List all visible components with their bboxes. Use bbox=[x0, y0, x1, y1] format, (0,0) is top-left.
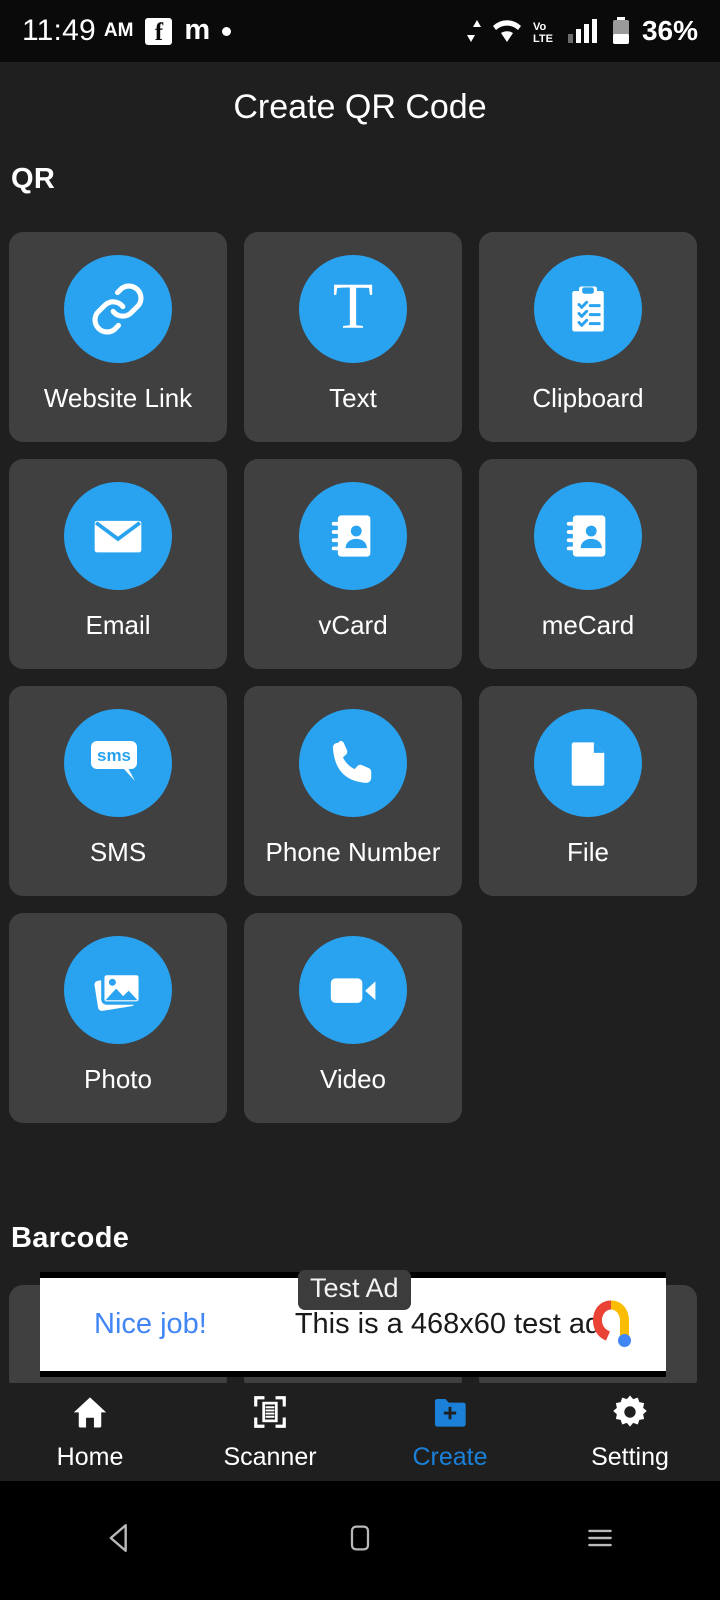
qr-card-label: meCard bbox=[541, 610, 635, 640]
qr-card-photo[interactable]: Photo bbox=[9, 913, 227, 1123]
nav-item-label: Create bbox=[412, 1442, 488, 1471]
qr-card-text[interactable]: T Text bbox=[244, 232, 462, 442]
nav-item-label: Scanner bbox=[223, 1442, 317, 1471]
status-bar: 11:49 AM f m Vo LTE 36% bbox=[0, 0, 720, 62]
qr-card-label: Video bbox=[319, 1064, 387, 1094]
email-icon bbox=[64, 482, 172, 590]
qr-card-mecard[interactable]: meCard bbox=[479, 459, 697, 669]
app-root: 11:49 AM f m Vo LTE 36% Create QR Code Q… bbox=[0, 0, 720, 1600]
page-title: Create QR Code bbox=[233, 88, 487, 126]
nav-item-label: Home bbox=[56, 1442, 124, 1471]
qr-card-sms[interactable]: sms SMS bbox=[9, 686, 227, 896]
qr-card-email[interactable]: Email bbox=[9, 459, 227, 669]
qr-card-label: SMS bbox=[89, 837, 147, 867]
data-transfer-icon bbox=[466, 18, 482, 44]
status-time: 11:49 bbox=[22, 14, 96, 47]
create-folder-icon bbox=[430, 1393, 470, 1436]
recents-button[interactable] bbox=[480, 1521, 720, 1560]
square-home-icon bbox=[344, 1521, 376, 1560]
nav-item-create[interactable]: Create bbox=[360, 1393, 540, 1472]
admob-logo bbox=[584, 1293, 638, 1356]
nav-item-setting[interactable]: Setting bbox=[540, 1393, 720, 1472]
section-header-barcode: Barcode bbox=[11, 1222, 130, 1254]
menu-recents-icon bbox=[583, 1521, 617, 1560]
qr-card-label: Text bbox=[329, 383, 377, 413]
photo-icon bbox=[64, 936, 172, 1044]
qr-type-grid: Website Link T Text Clipboard Email vCar… bbox=[9, 232, 705, 1123]
text-icon: T bbox=[299, 255, 407, 363]
qr-card-label: Phone Number bbox=[265, 837, 441, 867]
qr-card-label: Email bbox=[85, 610, 151, 640]
home-button[interactable] bbox=[240, 1521, 480, 1560]
status-bar-left: 11:49 AM f m bbox=[22, 14, 466, 48]
qr-card-phone-number[interactable]: Phone Number bbox=[244, 686, 462, 896]
ad-link-text[interactable]: Nice job! bbox=[94, 1308, 207, 1341]
qr-card-file[interactable]: File bbox=[479, 686, 697, 896]
text-icon-glyph: T bbox=[332, 270, 374, 343]
dot-icon bbox=[222, 26, 232, 36]
qr-card-clipboard[interactable]: Clipboard bbox=[479, 232, 697, 442]
sms-icon-word: sms bbox=[96, 746, 132, 765]
status-time-ampm: AM bbox=[103, 20, 134, 41]
ad-body-text: This is a 468x60 test ad. bbox=[294, 1308, 610, 1340]
qr-card-label: Clipboard bbox=[532, 383, 644, 413]
qr-card-label: Photo bbox=[84, 1064, 152, 1094]
home-icon bbox=[70, 1393, 110, 1436]
status-bar-right: Vo LTE 36% bbox=[466, 15, 698, 47]
video-icon bbox=[299, 936, 407, 1044]
qr-card-website-link[interactable]: Website Link bbox=[9, 232, 227, 442]
back-button[interactable] bbox=[0, 1521, 240, 1560]
contact-book-icon bbox=[534, 482, 642, 590]
phone-icon bbox=[299, 709, 407, 817]
triangle-back-icon bbox=[103, 1521, 137, 1560]
clipboard-icon bbox=[534, 255, 642, 363]
signal-icon bbox=[567, 18, 603, 44]
wifi-icon bbox=[491, 18, 523, 44]
android-system-nav bbox=[0, 1481, 720, 1600]
nav-item-label: Setting bbox=[591, 1442, 669, 1471]
qr-card-vcard[interactable]: vCard bbox=[244, 459, 462, 669]
test-ad-badge: Test Ad bbox=[298, 1270, 411, 1310]
gear-icon bbox=[610, 1393, 650, 1436]
qr-card-label: vCard bbox=[318, 610, 388, 640]
facebook-icon: f bbox=[145, 17, 173, 45]
nav-item-scanner[interactable]: Scanner bbox=[180, 1393, 360, 1472]
sms-icon: sms bbox=[64, 709, 172, 817]
svg-text:Vo: Vo bbox=[533, 21, 547, 33]
qr-card-label: Website Link bbox=[43, 383, 193, 413]
battery-icon bbox=[612, 17, 630, 45]
facebook-icon-letter: f bbox=[154, 18, 164, 45]
link-icon bbox=[64, 255, 172, 363]
volte-icon: Vo LTE bbox=[532, 18, 558, 44]
section-header-qr: QR bbox=[11, 163, 56, 195]
scanner-icon bbox=[250, 1393, 290, 1436]
mastodon-icon: m bbox=[184, 13, 211, 46]
qr-card-label: File bbox=[567, 837, 609, 867]
qr-card-video[interactable]: Video bbox=[244, 913, 462, 1123]
battery-percent-label: 36% bbox=[641, 15, 698, 46]
bottom-navigation-bar: Home Scanner Create Setting bbox=[0, 1383, 720, 1481]
nav-item-home[interactable]: Home bbox=[0, 1393, 180, 1472]
contact-book-icon bbox=[299, 482, 407, 590]
file-icon bbox=[534, 709, 642, 817]
svg-text:LTE: LTE bbox=[533, 33, 553, 44]
